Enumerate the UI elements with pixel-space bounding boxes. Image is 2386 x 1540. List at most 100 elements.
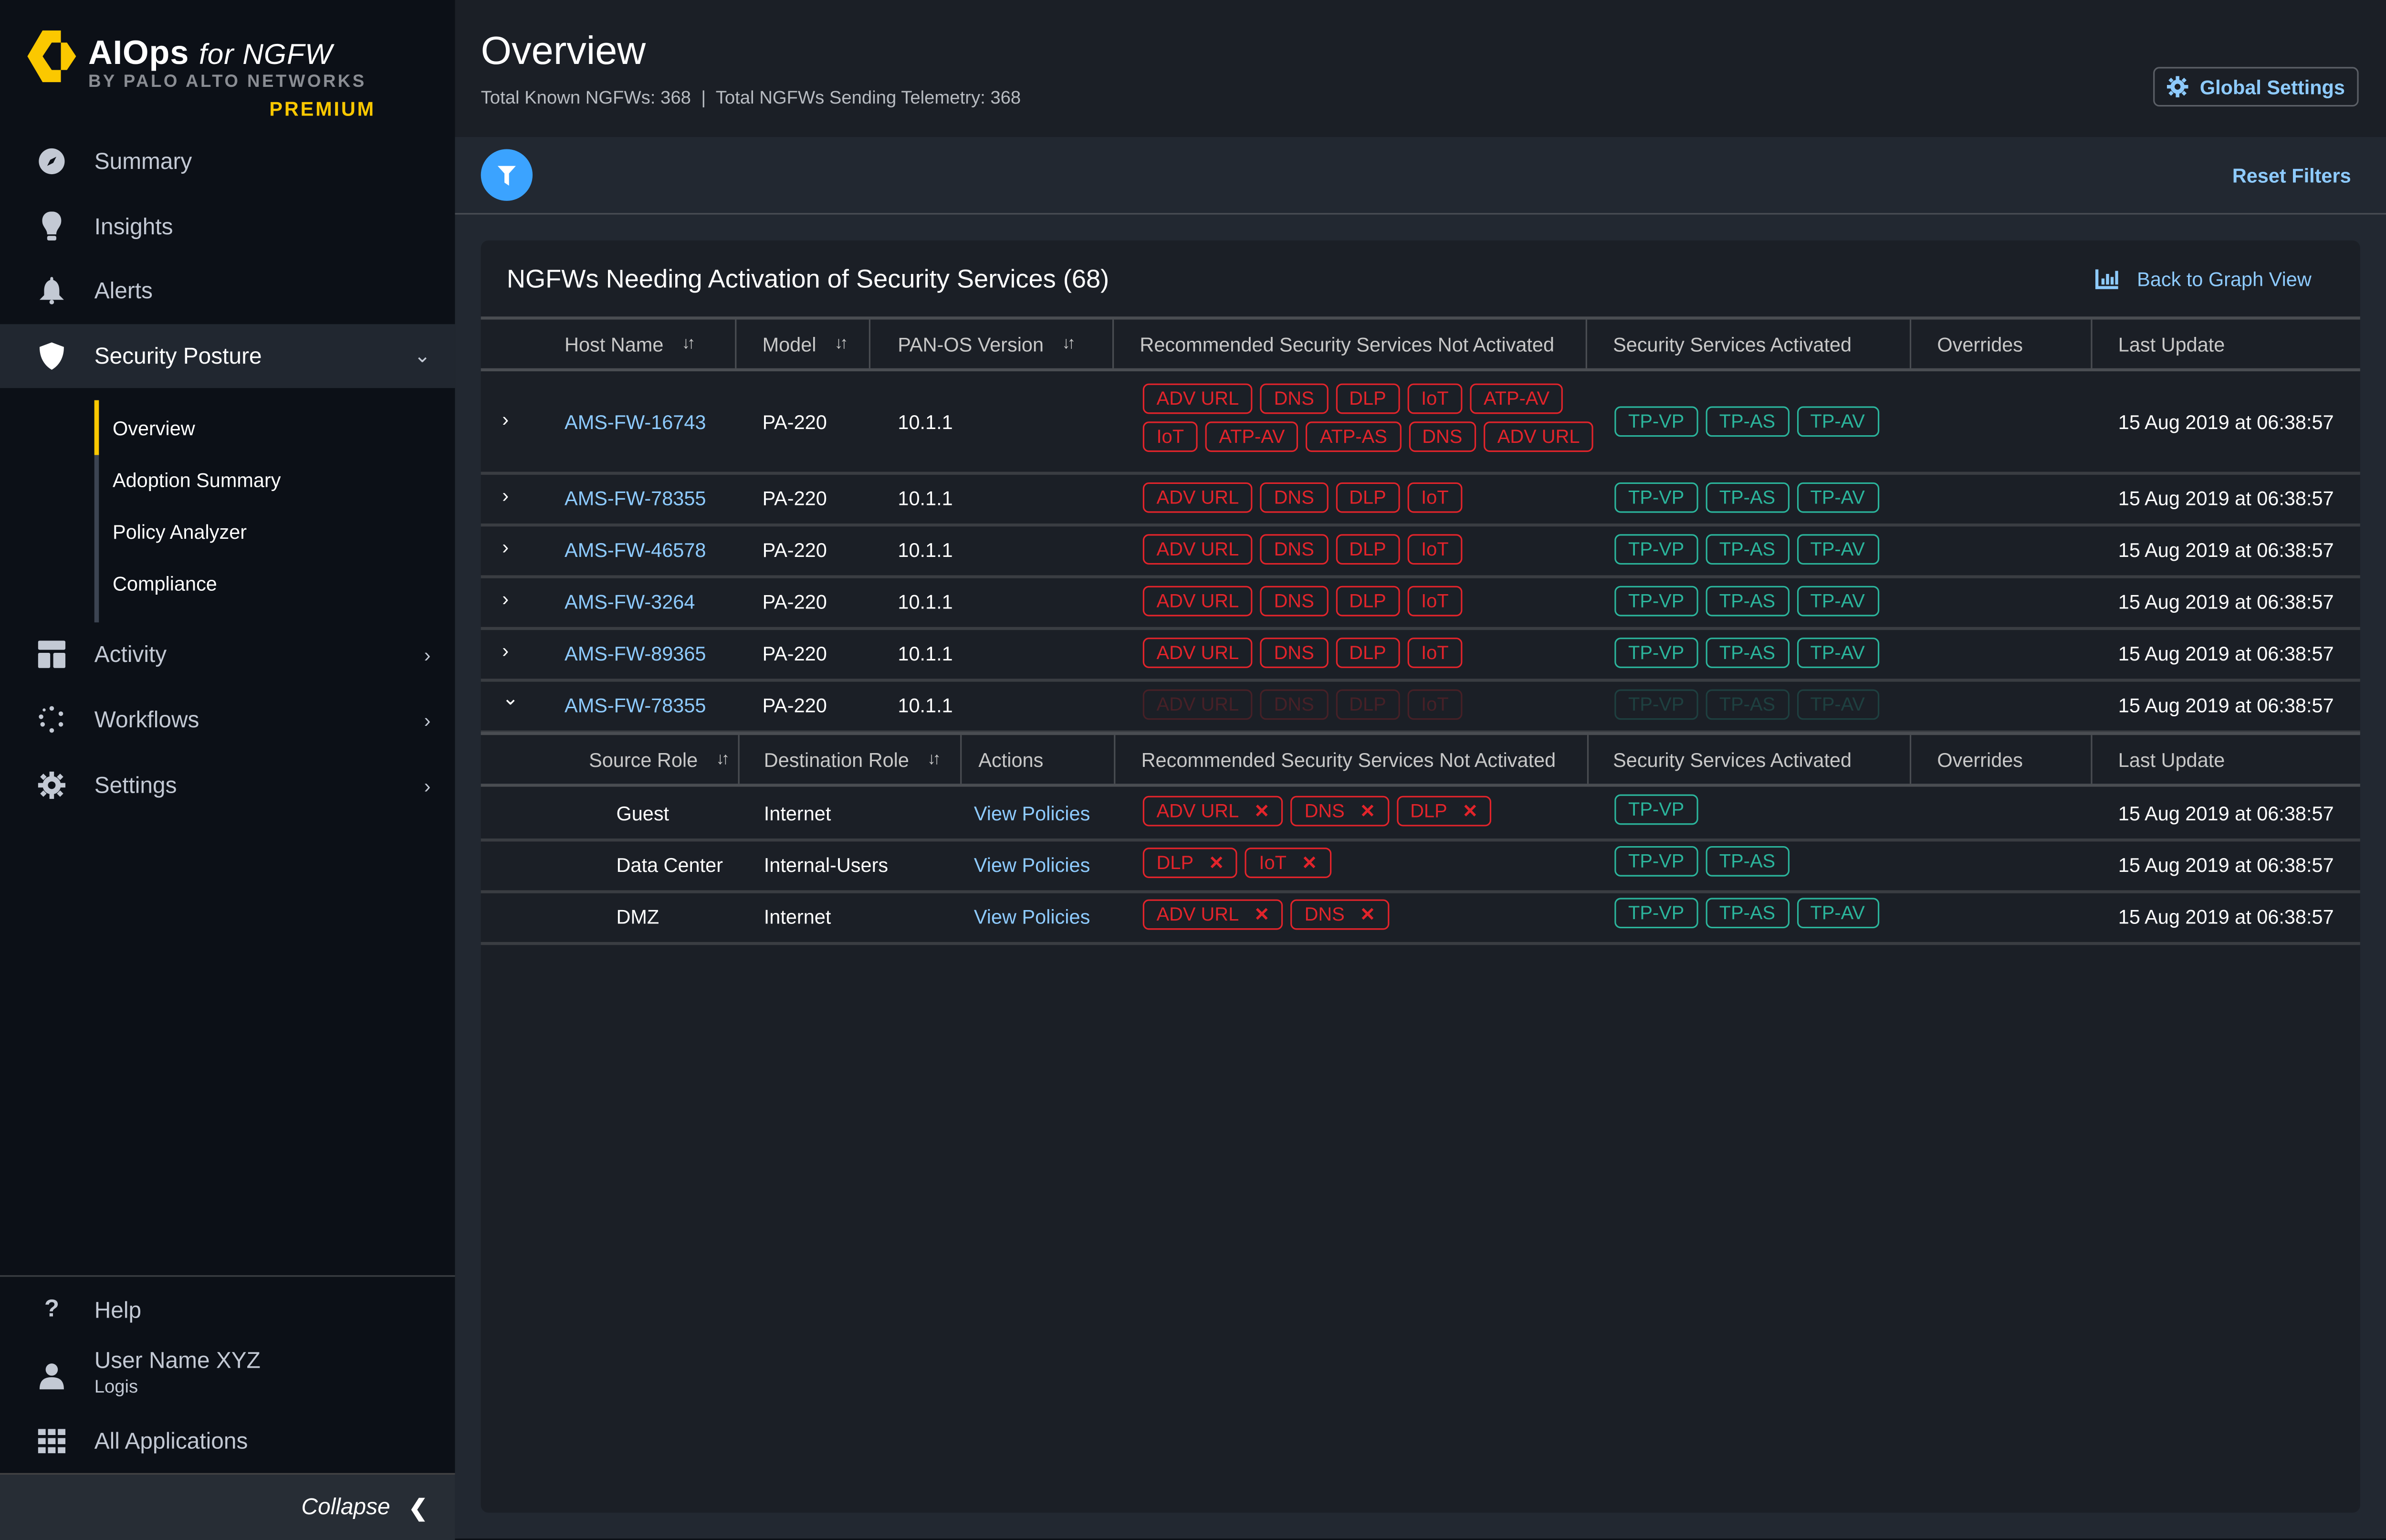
sidebar-subitem-compliance[interactable]: Compliance — [94, 557, 448, 608]
host-name-link[interactable]: AMS-FW-89365 — [565, 640, 706, 665]
filter-bar: Reset Filters — [455, 136, 2386, 215]
sidebar: AIOps for NGFW BY PALO ALTO NETWORKS PRE… — [0, 0, 455, 1540]
chip-label: DNS — [1422, 426, 1463, 448]
remove-icon[interactable]: ✕ — [1254, 800, 1269, 822]
activated-service-chip: TP-VP — [1614, 794, 1698, 825]
table-row[interactable]: ⌄ AMS-FW-78355 PA-220 10.1.1 15 Aug 2019 at … — [481, 679, 2360, 734]
chip-label: ADV URL — [1156, 642, 1239, 664]
view-policies-link[interactable]: View Policies — [974, 852, 1090, 877]
remove-icon[interactable]: ✕ — [1463, 800, 1478, 822]
chip-label: DNS — [1304, 904, 1345, 925]
remove-icon[interactable]: ✕ — [1254, 904, 1269, 925]
subitem-label: Policy Analyzer — [112, 519, 247, 543]
sub-table-row: Data Center Internal-Users View Policies 15… — [481, 838, 2360, 893]
chip-label: TP-AV — [1810, 902, 1865, 924]
activated-service-chip: TP-VP — [1614, 638, 1698, 668]
activated-services: TP-VP TP-AS TP-AV — [1614, 586, 1919, 617]
activated-service-chip: TP-VP — [1614, 586, 1698, 617]
filter-button[interactable] — [481, 149, 533, 201]
sort-icon[interactable]: ↓↑ — [682, 335, 696, 353]
activated-service-chip: TP-VP — [1614, 534, 1698, 565]
view-policies-link[interactable]: View Policies — [974, 904, 1090, 928]
table-row[interactable]: › AMS-FW-3264 PA-220 10.1.1 15 Aug 2019 at 0… — [481, 575, 2360, 630]
table-row[interactable]: › AMS-FW-89365 PA-220 10.1.1 15 Aug 2019 at … — [481, 627, 2360, 682]
not-activated-service-chip: IoT — [1407, 586, 1463, 617]
sidebar-item-workflows[interactable]: Workflows › — [0, 688, 455, 752]
column-header-model[interactable]: Model ↓↑ — [738, 319, 870, 368]
sidebar-subitem-policy-analyzer[interactable]: Policy Analyzer — [94, 505, 448, 557]
brand-logo[interactable]: AIOps for NGFW BY PALO ALTO NETWORKS PRE… — [27, 27, 423, 122]
chip-label: DNS — [1274, 590, 1314, 612]
activated-service-chip: TP-AS — [1706, 689, 1789, 720]
sort-icon[interactable]: ↓↑ — [927, 750, 941, 768]
chip-label: DNS — [1274, 487, 1314, 509]
activated-service-chip: TP-AV — [1796, 482, 1879, 513]
activated-services: TP-VP — [1614, 794, 1698, 825]
host-name-link[interactable]: AMS-FW-3264 — [565, 589, 695, 613]
column-header-source-role[interactable]: Source Role ↓↑ — [481, 735, 740, 784]
chip-label: DNS — [1274, 642, 1314, 664]
sub-table-row: Guest Internet View Policies 15 Aug 2019 at… — [481, 787, 2360, 842]
sidebar-item-help[interactable]: ? Help — [0, 1278, 455, 1342]
column-header-destination-role[interactable]: Destination Role ↓↑ — [741, 735, 962, 784]
sidebar-item-activity[interactable]: Activity › — [0, 622, 455, 686]
source-role-cell: Data Center — [616, 853, 723, 876]
chip-label: TP-AS — [1719, 850, 1776, 872]
chip-label: DLP — [1349, 487, 1386, 509]
host-name-link[interactable]: AMS-FW-78355 — [565, 692, 706, 717]
sort-icon[interactable]: ↓↑ — [716, 750, 730, 768]
activated-service-chip: TP-AS — [1706, 482, 1789, 513]
sidebar-subitem-adoption-summary[interactable]: Adoption Summary — [94, 453, 448, 505]
app-window: AIOps for NGFW BY PALO ALTO NETWORKS PRE… — [0, 0, 2386, 1540]
sidebar-item-alerts[interactable]: Alerts — [0, 259, 455, 323]
last-update-cell: 15 Aug 2019 at 06:38:57 — [2118, 538, 2334, 561]
column-header-panos-version[interactable]: PAN-OS Version ↓↑ — [872, 319, 1114, 368]
sidebar-item-summary[interactable]: Summary — [0, 129, 455, 193]
table-row[interactable]: › AMS-FW-16743 PA-220 10.1.1 15 Aug 2019 at … — [481, 371, 2360, 475]
table-header: Host Name ↓↑ Model ↓↑ PAN-OS Version ↓↑ Rec… — [481, 316, 2360, 372]
layout-icon — [37, 639, 67, 670]
global-settings-button[interactable]: Global Settings — [2153, 67, 2359, 107]
subitem-label: Overview — [112, 416, 195, 439]
total-known-ngfws: Total Known NGFWs: 368 — [481, 86, 691, 108]
page-header: Overview Total Known NGFWs: 368 | Total … — [455, 0, 2386, 137]
sidebar-item-user[interactable]: User Name XYZ Logis — [0, 1342, 455, 1409]
remove-icon[interactable]: ✕ — [1209, 852, 1224, 874]
chip-label: ADV URL — [1156, 904, 1239, 925]
sidebar-item-insights[interactable]: Insights — [0, 195, 455, 259]
sidebar-item-label: Workflows — [94, 707, 199, 733]
chevron-right-icon[interactable]: › — [502, 408, 509, 431]
chevron-right-icon[interactable]: › — [502, 484, 509, 507]
model-cell: PA-220 — [762, 486, 827, 509]
remove-icon[interactable]: ✕ — [1302, 852, 1317, 874]
table-row[interactable]: › AMS-FW-78355 PA-220 10.1.1 15 Aug 2019 at … — [481, 472, 2360, 527]
table-row[interactable]: › AMS-FW-46578 PA-220 10.1.1 15 Aug 2019 at … — [481, 524, 2360, 578]
column-header-not-activated: Recommended Security Services Not Activa… — [1117, 735, 1589, 784]
back-to-graph-view-link[interactable]: Back to Graph View — [2096, 268, 2312, 291]
sidebar-item-security-posture[interactable]: Security Posture ⌄ — [0, 324, 455, 388]
chevron-right-icon[interactable]: › — [502, 535, 509, 558]
host-name-link[interactable]: AMS-FW-16743 — [565, 409, 706, 434]
sort-icon[interactable]: ↓↑ — [1062, 335, 1076, 353]
reset-filters-link[interactable]: Reset Filters — [2232, 164, 2351, 187]
column-header-host-name[interactable]: Host Name ↓↑ — [481, 319, 737, 368]
collapse-sidebar-button[interactable]: Collapse ❮ — [0, 1473, 455, 1540]
chevron-right-icon[interactable]: › — [502, 587, 509, 610]
sidebar-subitem-overview[interactable]: Overview — [94, 402, 448, 453]
sort-icon[interactable]: ↓↑ — [835, 335, 848, 353]
view-policies-link[interactable]: View Policies — [974, 800, 1090, 825]
sidebar-item-all-applications[interactable]: All Applications — [0, 1409, 455, 1473]
host-name-link[interactable]: AMS-FW-78355 — [565, 485, 706, 510]
chip-label: TP-VP — [1628, 590, 1685, 612]
host-name-link[interactable]: AMS-FW-46578 — [565, 537, 706, 562]
chip-label: DLP — [1349, 388, 1386, 409]
gear-icon — [37, 770, 67, 801]
sidebar-item-settings[interactable]: Settings › — [0, 753, 455, 817]
chevron-right-icon[interactable]: › — [502, 639, 509, 662]
chip-label: IoT — [1421, 388, 1449, 409]
chevron-down-icon[interactable]: ⌄ — [502, 686, 519, 711]
activated-service-chip: TP-AV — [1796, 898, 1879, 929]
remove-icon[interactable]: ✕ — [1360, 904, 1375, 925]
chip-label: TP-VP — [1628, 902, 1685, 924]
remove-icon[interactable]: ✕ — [1360, 800, 1375, 822]
